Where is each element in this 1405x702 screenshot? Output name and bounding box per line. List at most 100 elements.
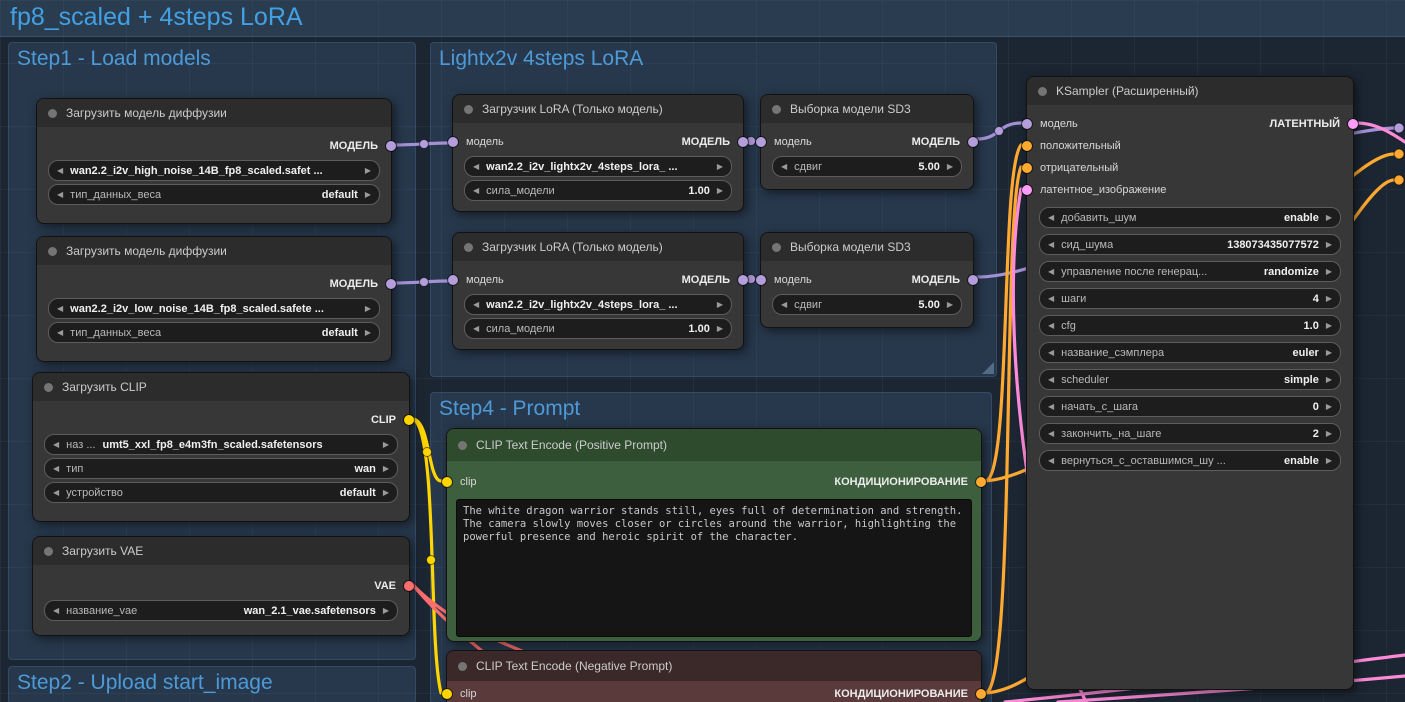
combo-right-arrow-icon[interactable]: ▶ xyxy=(365,304,371,313)
combo-right-arrow-icon[interactable]: ▶ xyxy=(383,606,389,615)
combo-left-arrow-icon[interactable]: ◀ xyxy=(473,300,479,309)
clip-type-widget[interactable]: ◀ тип wan ▶ xyxy=(44,458,398,479)
clip-input-slot[interactable] xyxy=(442,689,452,699)
scheduler-widget[interactable]: ◀ scheduler simple ▶ xyxy=(1039,369,1341,390)
sampler-name-widget[interactable]: ◀ название_сэмплера euler ▶ xyxy=(1039,342,1341,363)
weight-dtype-widget[interactable]: ◀ тип_данных_веса default ▶ xyxy=(48,322,380,343)
node-title-bar[interactable]: Загрузчик LoRA (Только модель) xyxy=(453,95,743,123)
number-decrement-arrow-icon[interactable]: ◀ xyxy=(1048,294,1054,303)
shift-widget[interactable]: ◀ сдвиг 5.00 ▶ xyxy=(772,156,962,177)
collapse-dot[interactable] xyxy=(464,105,473,114)
vae-output-slot[interactable] xyxy=(404,581,414,591)
node-lora-loader-low[interactable]: Загрузчик LoRA (Только модель) модель МО… xyxy=(452,232,744,350)
clip-input-slot[interactable] xyxy=(442,477,452,487)
collapse-dot[interactable] xyxy=(48,247,57,256)
number-increment-arrow-icon[interactable]: ▶ xyxy=(1326,240,1332,249)
combo-right-arrow-icon[interactable]: ▶ xyxy=(717,300,723,309)
combo-right-arrow-icon[interactable]: ▶ xyxy=(1326,267,1332,276)
vae-name-widget[interactable]: ◀ название_vae wan_2.1_vae.safetensors ▶ xyxy=(44,600,398,621)
number-decrement-arrow-icon[interactable]: ◀ xyxy=(781,162,787,171)
combo-right-arrow-icon[interactable]: ▶ xyxy=(1326,348,1332,357)
strength-model-widget[interactable]: ◀ сила_модели 1.00 ▶ xyxy=(464,180,732,201)
model-input-slot[interactable] xyxy=(448,137,458,147)
combo-left-arrow-icon[interactable]: ◀ xyxy=(57,328,63,337)
combo-right-arrow-icon[interactable]: ▶ xyxy=(717,162,723,171)
end-at-step-widget[interactable]: ◀ закончить_на_шаге 2 ▶ xyxy=(1039,423,1341,444)
model-output-slot[interactable] xyxy=(738,137,748,147)
node-clip-text-encode-positive[interactable]: CLIP Text Encode (Positive Prompt) clip … xyxy=(446,428,982,642)
number-increment-arrow-icon[interactable]: ▶ xyxy=(717,324,723,333)
graph-canvas[interactable]: fp8_scaled + 4steps LoRA Step1 - Load mo… xyxy=(0,0,1405,702)
model-input-slot[interactable] xyxy=(756,137,766,147)
model-output-slot[interactable] xyxy=(968,275,978,285)
node-title-bar[interactable]: Загрузить модель диффузии xyxy=(37,237,391,265)
combo-right-arrow-icon[interactable]: ▶ xyxy=(1326,375,1332,384)
latent-output-slot[interactable] xyxy=(1348,119,1358,129)
combo-left-arrow-icon[interactable]: ◀ xyxy=(1048,213,1054,222)
combo-right-arrow-icon[interactable]: ▶ xyxy=(383,440,389,449)
node-title-bar[interactable]: Выборка модели SD3 xyxy=(761,233,973,261)
model-input-slot[interactable] xyxy=(1022,119,1032,129)
node-title-bar[interactable]: CLIP Text Encode (Negative Prompt) xyxy=(447,651,981,681)
node-lora-loader-high[interactable]: Загрузчик LoRA (Только модель) модель МО… xyxy=(452,94,744,212)
node-title-bar[interactable]: KSampler (Расширенный) xyxy=(1027,77,1353,105)
collapse-dot[interactable] xyxy=(458,662,467,671)
combo-left-arrow-icon[interactable]: ◀ xyxy=(1048,456,1054,465)
node-title-bar[interactable]: Загрузить модель диффузии xyxy=(37,99,391,127)
combo-right-arrow-icon[interactable]: ▶ xyxy=(365,166,371,175)
combo-left-arrow-icon[interactable]: ◀ xyxy=(53,606,59,615)
number-increment-arrow-icon[interactable]: ▶ xyxy=(1326,429,1332,438)
number-increment-arrow-icon[interactable]: ▶ xyxy=(947,300,953,309)
shift-widget[interactable]: ◀ сдвиг 5.00 ▶ xyxy=(772,294,962,315)
combo-left-arrow-icon[interactable]: ◀ xyxy=(57,304,63,313)
combo-left-arrow-icon[interactable]: ◀ xyxy=(53,440,59,449)
node-clip-text-encode-negative[interactable]: CLIP Text Encode (Negative Prompt) clip … xyxy=(446,650,982,702)
node-title-bar[interactable]: Загрузить VAE xyxy=(33,537,409,565)
number-increment-arrow-icon[interactable]: ▶ xyxy=(947,162,953,171)
model-output-slot[interactable] xyxy=(968,137,978,147)
strength-model-widget[interactable]: ◀ сила_модели 1.00 ▶ xyxy=(464,318,732,339)
unet-name-widget[interactable]: ◀ wan2.2_i2v_high_noise_14B_fp8_scaled.s… xyxy=(48,160,380,181)
model-output-slot[interactable] xyxy=(738,275,748,285)
number-decrement-arrow-icon[interactable]: ◀ xyxy=(1048,402,1054,411)
node-title-bar[interactable]: Загрузить CLIP xyxy=(33,373,409,401)
clip-output-slot[interactable] xyxy=(404,415,414,425)
node-model-sampling-low[interactable]: Выборка модели SD3 модель МОДЕЛЬ ◀ сдвиг… xyxy=(760,232,974,328)
node-load-vae[interactable]: Загрузить VAE VAE ◀ название_vae wan_2.1… xyxy=(32,536,410,636)
node-title-bar[interactable]: Выборка модели SD3 xyxy=(761,95,973,123)
noise-seed-widget[interactable]: ◀ сид_шума 138073435077572 ▶ xyxy=(1039,234,1341,255)
unet-name-widget[interactable]: ◀ wan2.2_i2v_low_noise_14B_fp8_scaled.sa… xyxy=(48,298,380,319)
lora-name-widget[interactable]: ◀ wan2.2_i2v_lightx2v_4steps_lora_ ... ▶ xyxy=(464,294,732,315)
collapse-dot[interactable] xyxy=(458,441,467,450)
collapse-dot[interactable] xyxy=(48,109,57,118)
number-decrement-arrow-icon[interactable]: ◀ xyxy=(1048,240,1054,249)
add-noise-widget[interactable]: ◀ добавить_шум enable ▶ xyxy=(1039,207,1341,228)
node-model-sampling-high[interactable]: Выборка модели SD3 модель МОДЕЛЬ ◀ сдвиг… xyxy=(760,94,974,190)
combo-right-arrow-icon[interactable]: ▶ xyxy=(1326,213,1332,222)
combo-left-arrow-icon[interactable]: ◀ xyxy=(53,488,59,497)
start-at-step-widget[interactable]: ◀ начать_с_шага 0 ▶ xyxy=(1039,396,1341,417)
node-title-bar[interactable]: CLIP Text Encode (Positive Prompt) xyxy=(447,429,981,461)
model-input-slot[interactable] xyxy=(756,275,766,285)
clip-device-widget[interactable]: ◀ устройство default ▶ xyxy=(44,482,398,503)
combo-left-arrow-icon[interactable]: ◀ xyxy=(57,190,63,199)
node-ksampler-advanced[interactable]: KSampler (Расширенный) модель ЛАТЕНТНЫЙ … xyxy=(1026,76,1354,690)
cfg-widget[interactable]: ◀ cfg 1.0 ▶ xyxy=(1039,315,1341,336)
weight-dtype-widget[interactable]: ◀ тип_данных_веса default ▶ xyxy=(48,184,380,205)
number-decrement-arrow-icon[interactable]: ◀ xyxy=(473,186,479,195)
clip-name-widget[interactable]: ◀ наз ... umt5_xxl_fp8_e4m3fn_scaled.saf… xyxy=(44,434,398,455)
conditioning-output-slot[interactable] xyxy=(976,689,986,699)
combo-right-arrow-icon[interactable]: ▶ xyxy=(383,464,389,473)
number-increment-arrow-icon[interactable]: ▶ xyxy=(717,186,723,195)
collapse-dot[interactable] xyxy=(464,243,473,252)
node-load-clip[interactable]: Загрузить CLIP CLIP ◀ наз ... umt5_xxl_f… xyxy=(32,372,410,522)
combo-left-arrow-icon[interactable]: ◀ xyxy=(1048,375,1054,384)
control-after-generate-widget[interactable]: ◀ управление после генерац... randomize … xyxy=(1039,261,1341,282)
node-title-bar[interactable]: Загрузчик LoRA (Только модель) xyxy=(453,233,743,261)
node-load-diffusion-high[interactable]: Загрузить модель диффузии МОДЕЛЬ ◀ wan2.… xyxy=(36,98,392,224)
number-increment-arrow-icon[interactable]: ▶ xyxy=(1326,402,1332,411)
number-increment-arrow-icon[interactable]: ▶ xyxy=(1326,294,1332,303)
combo-right-arrow-icon[interactable]: ▶ xyxy=(365,190,371,199)
return-with-leftover-noise-widget[interactable]: ◀ вернуться_с_оставшимся_шу ... enable ▶ xyxy=(1039,450,1341,471)
combo-left-arrow-icon[interactable]: ◀ xyxy=(57,166,63,175)
